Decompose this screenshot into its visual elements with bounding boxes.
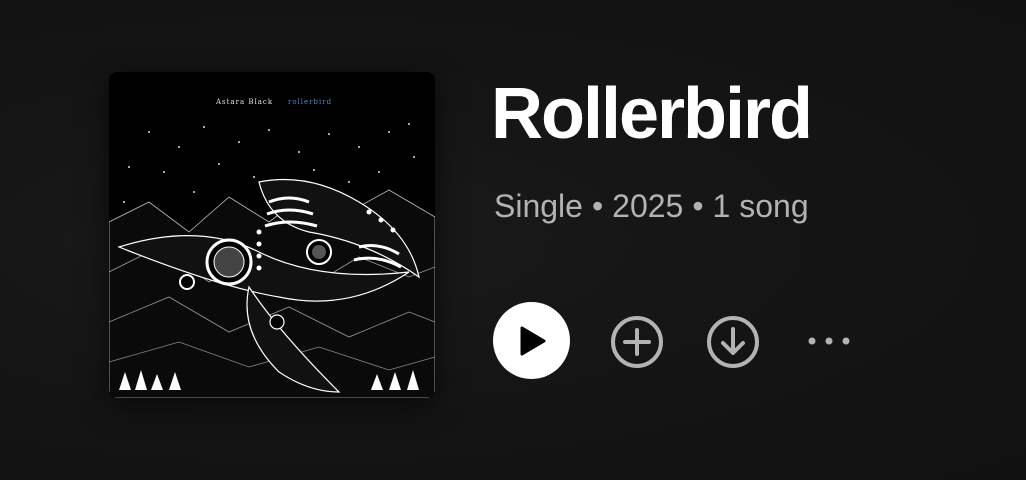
play-icon	[520, 326, 545, 355]
plus-circle-icon	[611, 316, 663, 368]
meta-separator: •	[692, 188, 704, 224]
cover-artist-text: Astara Black	[216, 98, 274, 106]
download-circle-icon	[707, 316, 759, 368]
cover-album-text: rollerbird	[288, 98, 333, 106]
add-to-library-button[interactable]	[610, 315, 664, 369]
album-year: 2025	[612, 188, 684, 224]
album-title: Rollerbird	[491, 74, 813, 154]
album-type: Single	[494, 188, 583, 224]
play-button[interactable]	[493, 302, 570, 379]
album-meta: Single • 2025 • 1 song	[494, 190, 809, 222]
album-cover: Astara Black rollerbird	[109, 72, 435, 398]
album-song-count: 1 song	[712, 188, 809, 224]
more-horizontal-icon	[808, 337, 850, 345]
album-cover-art	[109, 72, 435, 398]
album-page: Astara Black rollerbird Rollerbird Singl…	[0, 0, 1026, 480]
meta-separator: •	[591, 188, 604, 224]
download-button[interactable]	[706, 315, 760, 369]
more-options-button[interactable]	[803, 325, 855, 357]
